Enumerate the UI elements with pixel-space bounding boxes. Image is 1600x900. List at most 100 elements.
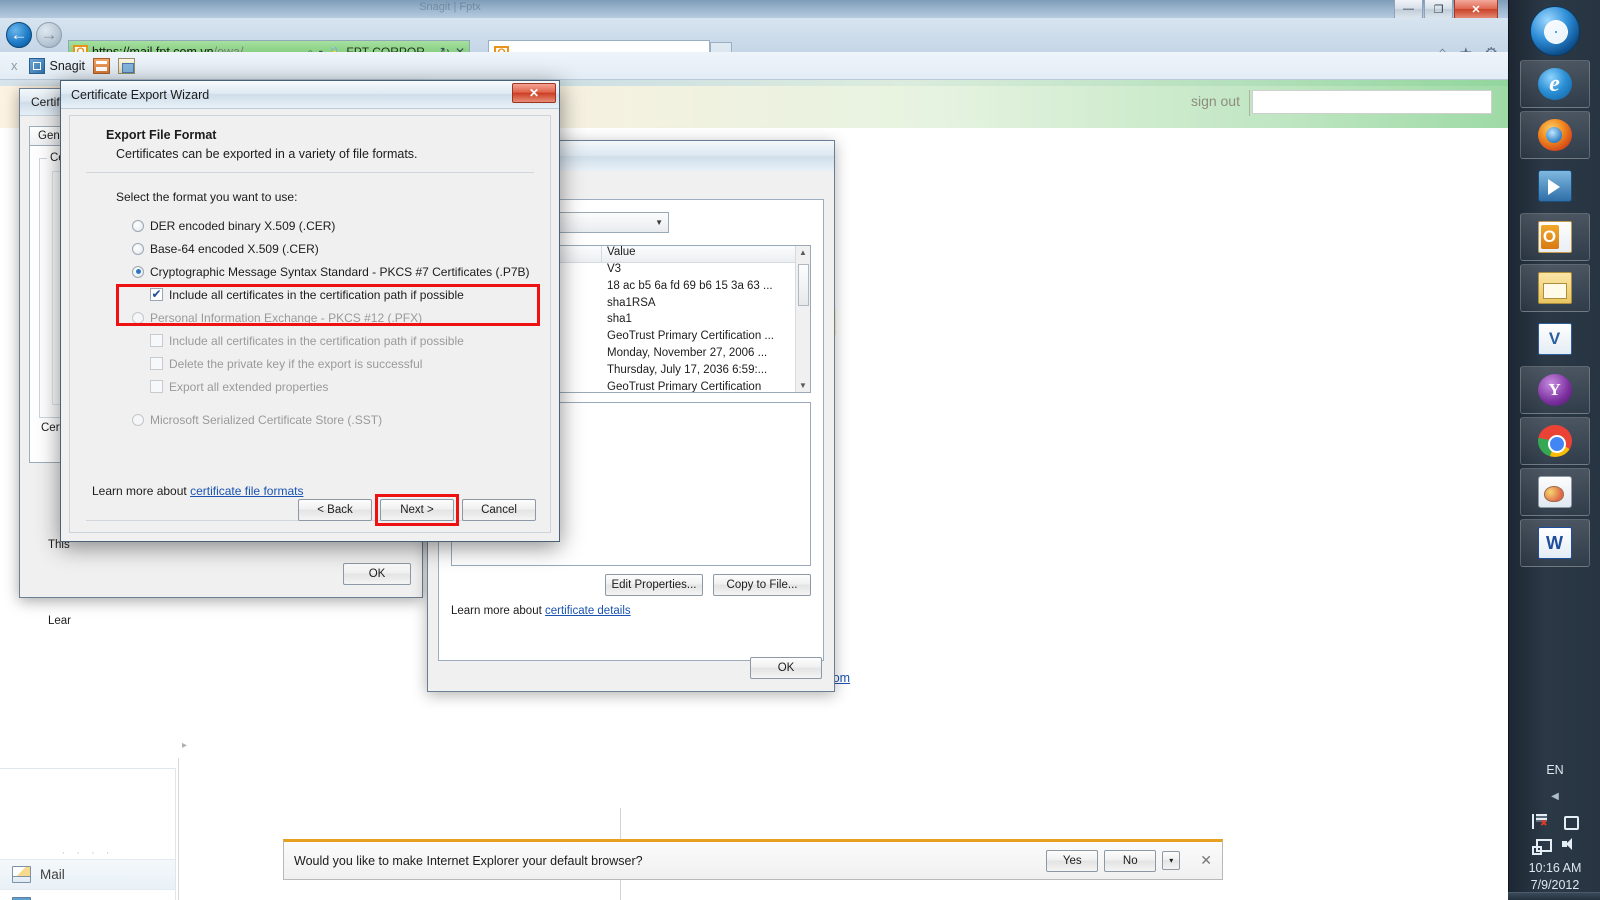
radio-icon[interactable] — [132, 219, 144, 232]
clock-time[interactable]: 10:16 AM — [1509, 860, 1600, 877]
option-base64-encoded[interactable]: Base-64 encoded X.509 (.CER) — [132, 237, 536, 260]
certificate-details-link[interactable]: certificate details — [545, 605, 631, 617]
wizard-prompt: Select the format you want to use: — [116, 190, 298, 204]
checkbox-export-extended-properties: Export all extended properties — [132, 375, 536, 398]
back-button[interactable]: < Back — [298, 499, 372, 521]
vertical-divider-2 — [178, 758, 179, 900]
checkbox-delete-private-key: Delete the private key if the export is … — [132, 352, 536, 375]
snagit-editor-icon[interactable] — [117, 57, 135, 74]
scrollbar-thumb[interactable] — [798, 264, 809, 306]
wizard-title: Certificate Export Wizard — [71, 87, 210, 102]
certificate-dialog-footer: OK — [343, 563, 411, 585]
option-label: DER encoded binary X.509 (.CER) — [150, 218, 336, 233]
tray-expander-icon[interactable]: ◀ — [1509, 791, 1600, 802]
owa-search-input[interactable] — [1252, 90, 1492, 114]
details-dialog-footer: OK — [750, 657, 822, 679]
snagit-icon — [28, 57, 45, 74]
option-der-encoded-binary[interactable]: DER encoded binary X.509 (.CER) — [132, 214, 536, 237]
close-icon[interactable]: ✕ — [1200, 852, 1212, 869]
tray-icons-row-1 — [1509, 814, 1600, 830]
checkbox-icon — [150, 357, 163, 370]
chevron-down-icon[interactable]: ▾ — [1162, 851, 1181, 870]
taskbar-item-outlook[interactable] — [1519, 213, 1590, 261]
taskbar-item-paint[interactable] — [1519, 468, 1593, 516]
highlight-annotation-selected-format — [116, 284, 540, 326]
taskbar-item-firefox[interactable] — [1519, 111, 1593, 159]
tray-icons-row-2 — [1509, 837, 1600, 855]
sidebar-item-mail[interactable]: Mail — [0, 859, 175, 890]
wizard-titlebar: Certificate Export Wizard ✕ — [61, 81, 559, 109]
edit-properties-button[interactable]: Edit Properties... — [605, 574, 703, 596]
wizard-header-title: Export File Format — [106, 128, 217, 142]
column-header-value: Value — [607, 246, 636, 258]
scroll-up-icon[interactable]: ▲ — [799, 246, 807, 259]
plug-icon[interactable] — [1561, 814, 1579, 830]
learn-more-prefix: Learn more about — [451, 605, 542, 617]
internet-explorer-icon: e — [1537, 68, 1572, 100]
collapse-caret-icon[interactable]: ▸ — [182, 740, 187, 751]
option-label: Cryptographic Message Syntax Standard - … — [150, 264, 530, 279]
option-label: Base-64 encoded X.509 (.CER) — [150, 241, 319, 256]
option-label: Export all extended properties — [169, 379, 329, 394]
yes-button[interactable]: Yes — [1046, 849, 1099, 872]
wizard-close-button[interactable]: ✕ — [512, 83, 556, 103]
back-button[interactable]: ← — [6, 22, 32, 48]
cell-value: Monday, November 27, 2006 ... — [607, 346, 768, 359]
minimize-button[interactable]: — — [1394, 0, 1423, 19]
scroll-down-icon[interactable]: ▼ — [799, 379, 807, 392]
snagit-toolbar-button[interactable]: Snagit — [28, 57, 85, 74]
radio-icon[interactable] — [132, 265, 144, 278]
option-label: Microsoft Serialized Certificate Store (… — [150, 412, 383, 427]
command-bar: x Snagit — [0, 52, 1508, 80]
cell-value: V3 — [607, 263, 622, 275]
restore-button[interactable]: ❐ — [1424, 0, 1453, 19]
sidebar-item-calendar[interactable]: Calendar — [0, 890, 175, 900]
volume-icon[interactable] — [1561, 837, 1578, 852]
taskbar-item-windows-media-player[interactable] — [1520, 162, 1590, 210]
taskbar-item-internet-explorer[interactable]: e — [1519, 60, 1590, 108]
wizard-header-subtitle: Certificates can be exported in a variet… — [116, 147, 418, 161]
close-button[interactable]: ✕ — [1454, 0, 1498, 19]
close-toolbar-icon[interactable]: x — [8, 58, 21, 73]
ok-button[interactable]: OK — [343, 563, 411, 585]
taskbar-item-yahoo-messenger[interactable]: Y — [1519, 366, 1590, 414]
option-pkcs7-certificates[interactable]: Cryptographic Message Syntax Standard - … — [132, 260, 536, 283]
checkbox-include-all-certificates-pfx: Include all certificates in the certific… — [132, 329, 536, 352]
cell-value: sha1 — [607, 313, 632, 326]
certificate-export-wizard: Certificate Export Wizard ✕ Export File … — [60, 80, 560, 542]
taskbar-item-chrome[interactable] — [1519, 417, 1590, 465]
no-button[interactable]: No — [1104, 849, 1157, 872]
network-icon[interactable] — [1532, 837, 1552, 855]
notification-buttons: Yes No ▾ ✕ — [1046, 849, 1212, 872]
start-button[interactable] — [1529, 6, 1580, 56]
snagit-capture-icon[interactable] — [92, 57, 110, 74]
checkbox-icon — [150, 334, 163, 347]
certificate-learn-more: Lear — [48, 615, 72, 627]
outlook-icon — [1537, 221, 1572, 253]
details-learn-more: Learn more about certificate details — [451, 605, 631, 617]
show-desktop-button[interactable] — [1508, 892, 1600, 900]
copy-to-file-button[interactable]: Copy to File... — [713, 574, 811, 596]
taskbar-item-word[interactable]: W — [1519, 519, 1590, 567]
cancel-button[interactable]: Cancel — [462, 499, 536, 521]
radio-icon[interactable] — [132, 242, 144, 255]
language-indicator[interactable]: EN — [1509, 763, 1600, 777]
wizard-learn-more: Learn more about certificate file format… — [92, 484, 303, 498]
table-scrollbar[interactable]: ▲ ▼ — [795, 246, 810, 392]
sign-out-link[interactable]: sign out — [1191, 93, 1240, 109]
cell-value: Thursday, July 17, 2036 6:59:... — [607, 363, 768, 376]
yahoo-messenger-icon: Y — [1537, 374, 1572, 406]
taskbar-item-visio[interactable]: V — [1520, 315, 1590, 363]
ok-button[interactable]: OK — [750, 657, 822, 679]
notification-message: Would you like to make Internet Explorer… — [294, 853, 643, 868]
certificate-file-formats-link[interactable]: certificate file formats — [190, 484, 303, 498]
nav-grip-icon[interactable]: · · · · — [0, 769, 175, 859]
cell-value: GeoTrust Primary Certification ... — [607, 330, 775, 343]
checkbox-icon — [150, 380, 163, 393]
browser-nav-bar: ← → O https://mail.fpt.com.vn/owa/ ⌕ ▾ 🔒… — [0, 18, 1508, 66]
owa-navigation-pane: · · · · Mail Calendar Contacts Tasks — [0, 768, 176, 900]
forward-button[interactable]: → — [36, 22, 62, 48]
flag-error-icon[interactable] — [1532, 814, 1549, 829]
snagit-label: Snagit — [49, 58, 85, 73]
taskbar-item-windows-explorer[interactable] — [1519, 264, 1590, 312]
